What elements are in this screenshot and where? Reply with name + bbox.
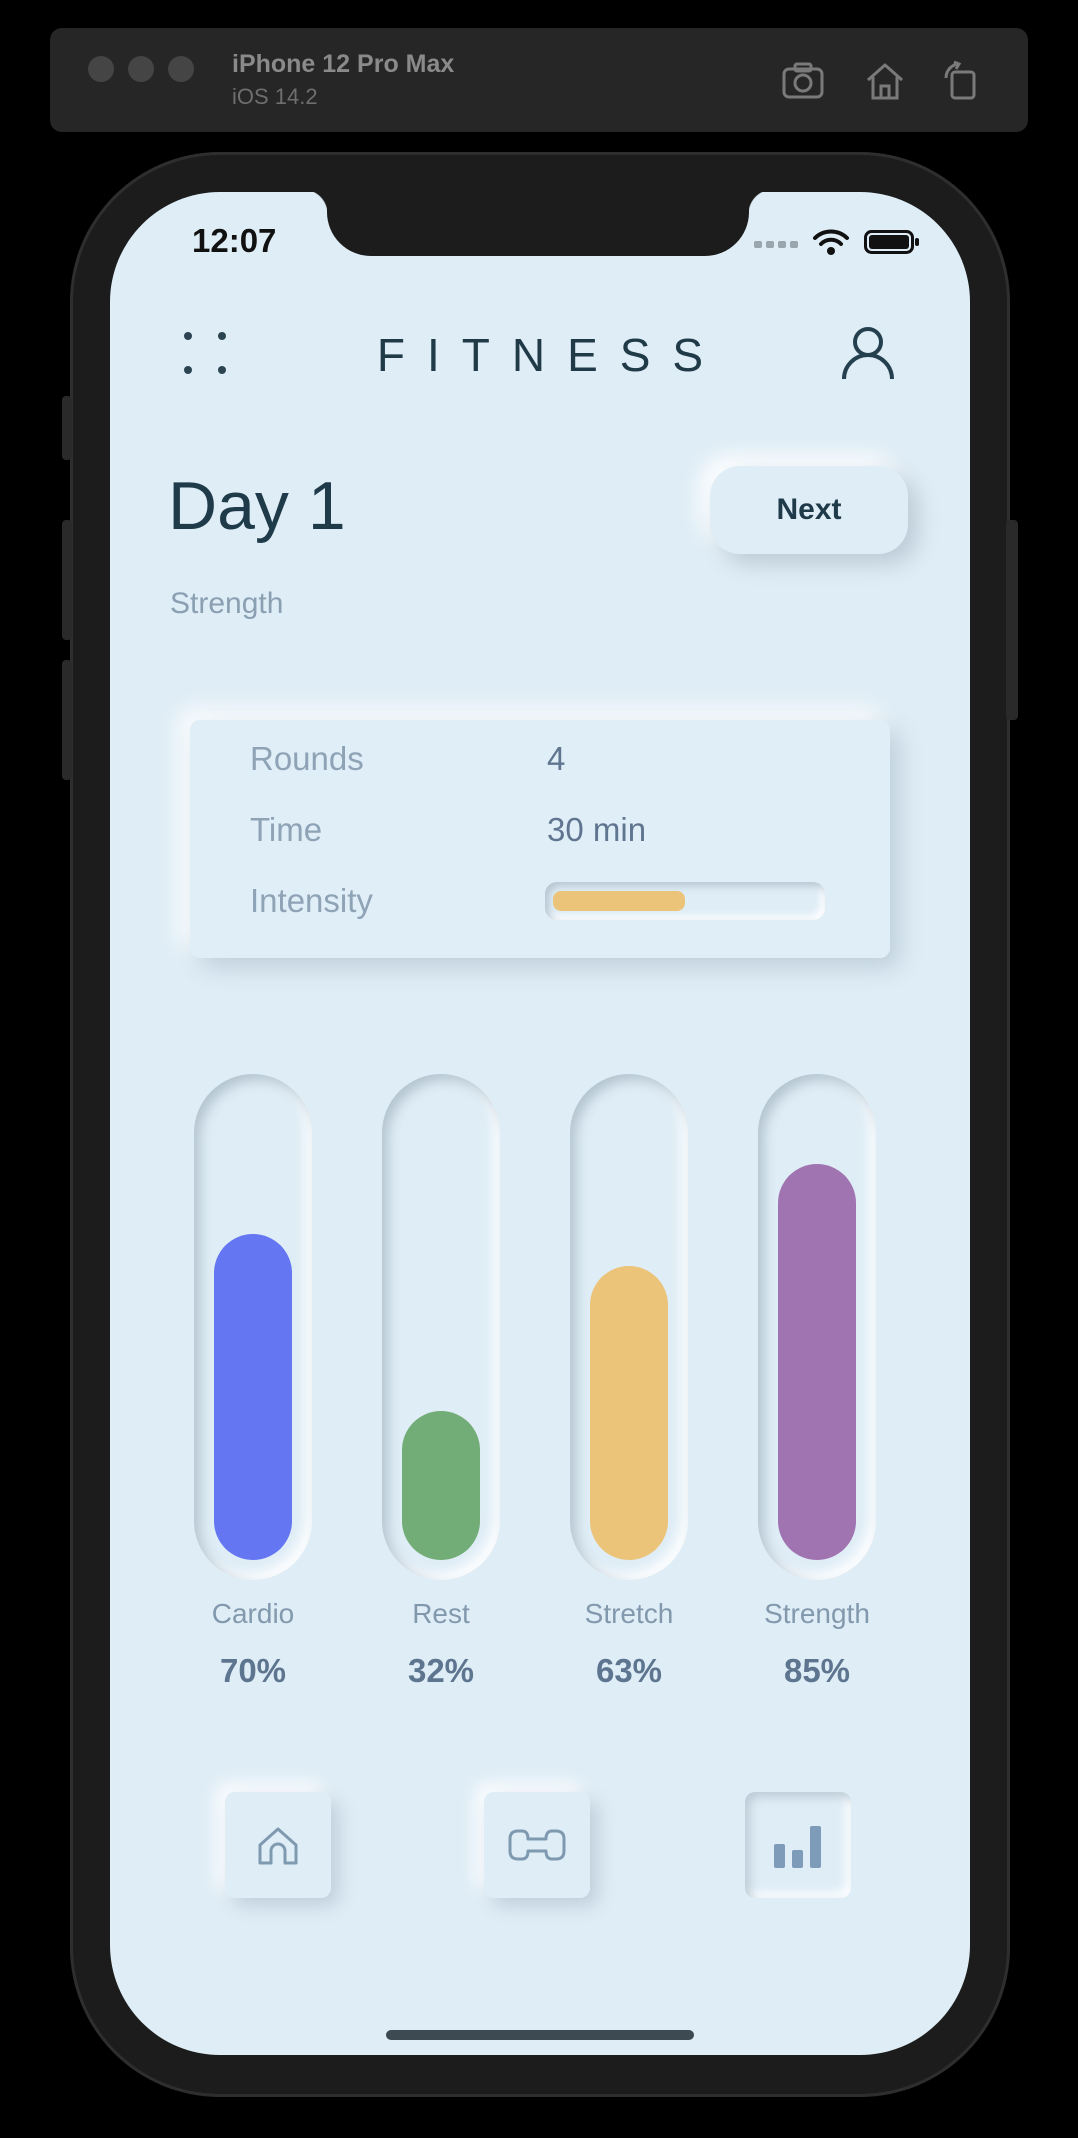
window-zoom-dot[interactable] <box>168 56 194 82</box>
signal-icon <box>754 241 798 248</box>
bar-chart-icon <box>774 1826 821 1868</box>
activity-percent: 32% <box>407 1652 475 1689</box>
battery-icon <box>864 230 919 254</box>
activity-bar-fill <box>590 1266 668 1560</box>
rounds-value: 4 <box>547 740 566 777</box>
activity-bar-fill <box>778 1164 856 1560</box>
nav-workout-button[interactable] <box>484 1792 590 1898</box>
activity-bar-track <box>570 1074 688 1580</box>
time-value: 30 min <box>547 811 647 848</box>
nav-stats-button[interactable] <box>745 1792 851 1898</box>
volume-down-button <box>62 660 72 780</box>
simulator-os-version: iOS 14.2 <box>232 84 318 109</box>
activity-bar-track <box>194 1074 312 1580</box>
simulator-toolbar: iPhone 12 Pro Max iOS 14.2 <box>50 28 1028 132</box>
activity-bar-fill <box>214 1234 292 1560</box>
home-indicator[interactable] <box>386 2030 694 2040</box>
nav-home-button[interactable] <box>225 1792 331 1898</box>
activity-bar-track <box>382 1074 500 1580</box>
activity-label: Rest <box>412 1598 470 1629</box>
intensity-bar-fill <box>553 891 685 911</box>
time-label: Time <box>250 811 323 848</box>
notch <box>303 192 773 256</box>
activity-percent: 70% <box>219 1652 287 1689</box>
intensity-label: Intensity <box>250 882 373 919</box>
activity-bar-track <box>758 1074 876 1580</box>
power-button <box>1006 520 1018 720</box>
workout-day-title: Day 1 <box>168 468 346 544</box>
next-button[interactable]: Next <box>710 466 908 554</box>
intensity-bar <box>545 882 825 920</box>
volume-up-button <box>62 520 72 640</box>
status-icons <box>754 228 920 256</box>
mute-switch <box>62 396 72 460</box>
app-screen: 12:07 FITNESS Day 1 Strength Next Rounds… <box>110 192 970 2055</box>
status-time: 12:07 <box>192 222 277 259</box>
activity-percent: 85% <box>783 1652 851 1689</box>
profile-icon[interactable] <box>840 324 896 382</box>
dumbbell-icon <box>508 1829 566 1861</box>
window-minimize-dot[interactable] <box>128 56 154 82</box>
rotate-icon[interactable] <box>938 58 984 104</box>
window-close-dot[interactable] <box>88 56 114 82</box>
activity-percent: 63% <box>595 1652 663 1689</box>
activity-label: Strength <box>764 1598 870 1629</box>
rounds-label: Rounds <box>250 740 364 777</box>
activity-label: Stretch <box>584 1598 674 1629</box>
home-button-icon[interactable] <box>862 58 908 104</box>
wifi-icon <box>813 229 849 255</box>
home-icon <box>258 1827 298 1865</box>
workout-subtitle: Strength <box>170 587 284 620</box>
simulator-device-name: iPhone 12 Pro Max <box>232 50 455 78</box>
activity-bar-fill <box>402 1411 480 1560</box>
activity-label: Cardio <box>211 1598 295 1629</box>
screenshot-icon[interactable] <box>780 58 826 104</box>
